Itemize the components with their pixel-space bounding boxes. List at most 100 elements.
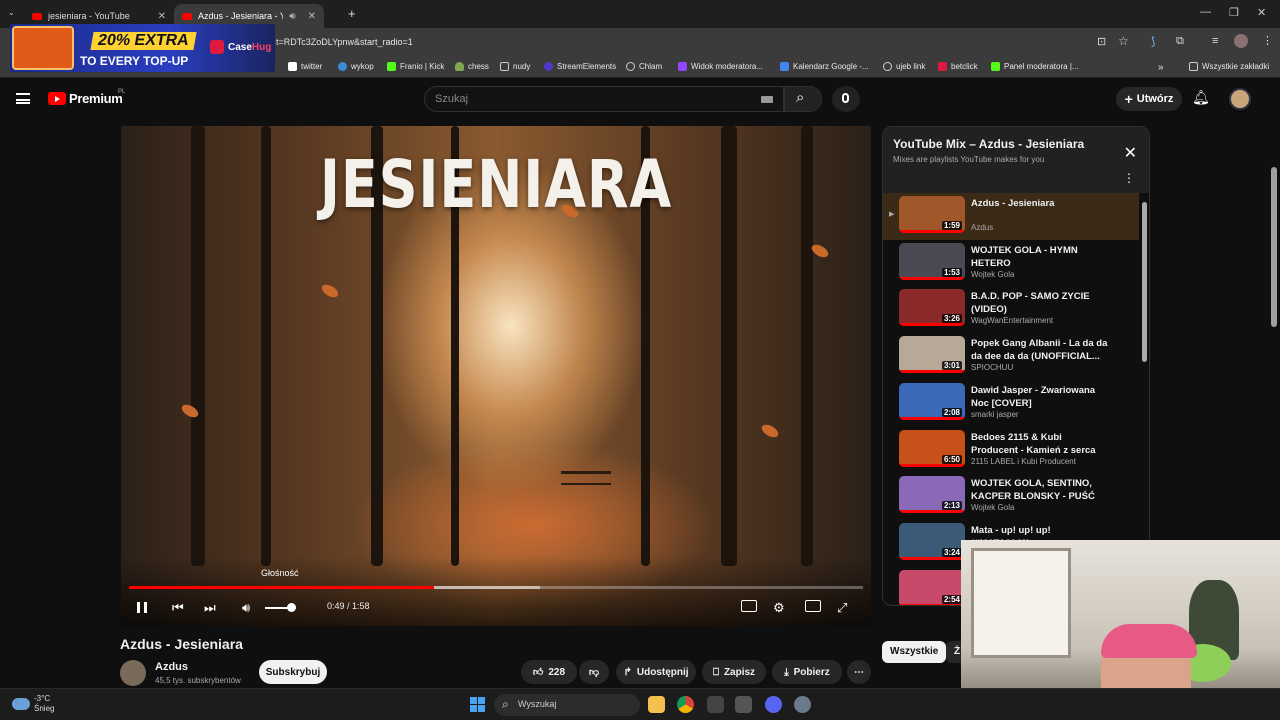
- hamburger-menu-icon[interactable]: [16, 93, 30, 104]
- room-window-shape: [971, 548, 1071, 658]
- taskbar-search-input[interactable]: Wyszukaj: [494, 694, 640, 716]
- chip-all[interactable]: Wszystkie: [882, 641, 947, 663]
- bookmark-label: betclick: [951, 62, 978, 71]
- extension-icon[interactable]: ⟆: [1151, 35, 1155, 48]
- all-bookmarks[interactable]: Wszystkie zakładki: [1189, 62, 1269, 71]
- search-input[interactable]: Szukaj: [424, 86, 784, 112]
- create-button[interactable]: + Utwórz: [1116, 87, 1182, 111]
- close-tab-icon[interactable]: ✕: [308, 11, 316, 22]
- playlist-item-channel: 2115 LABEL i Kubi Producent: [971, 456, 1076, 466]
- save-button[interactable]: ⎕ Zapisz: [702, 660, 766, 684]
- profile-icon[interactable]: [1234, 34, 1248, 48]
- youtube-premium-logo[interactable]: Premium PL: [48, 89, 125, 106]
- download-button[interactable]: ⤓ Pobierz: [772, 660, 842, 684]
- close-tab-icon[interactable]: ✕: [158, 11, 166, 22]
- playlist-item[interactable]: 3:26 B.A.D. POP - SAMO ZYCIE (VIDEO) WagWa…: [883, 286, 1139, 333]
- video-thumbnail: 1:53: [899, 242, 965, 280]
- watched-bar: [899, 276, 965, 280]
- bookmark-star-icon[interactable]: ☆: [1118, 34, 1129, 48]
- keyboard-icon[interactable]: [761, 96, 773, 103]
- progress-bar[interactable]: [129, 586, 863, 589]
- chrome-icon[interactable]: [677, 696, 694, 713]
- pause-icon[interactable]: [137, 602, 147, 613]
- bookmark-chess[interactable]: chess: [455, 62, 489, 71]
- video-thumbnail: 3:01: [899, 336, 965, 374]
- share-arrow-icon: ↱: [623, 666, 632, 678]
- bookmark-kalendarz-google[interactable]: Kalendarz Google -...: [780, 62, 869, 71]
- voice-search-button[interactable]: [832, 86, 860, 112]
- playlist-item[interactable]: 3:01 Popek Gang Albanii - La da da da dee…: [883, 333, 1139, 380]
- playlist-item[interactable]: ▶ 1:59 Azdus - Jesieniara Azdus: [883, 193, 1139, 240]
- channel-avatar[interactable]: [120, 660, 146, 686]
- playlist-item-title: Dawid Jasper - Zwariowana Noc [COVER]: [971, 384, 1096, 409]
- bookmark-streamelements[interactable]: StreamElements: [544, 62, 616, 71]
- browser-menu-icon[interactable]: ⋮: [1262, 34, 1273, 47]
- bookmark-twitter[interactable]: twitter: [288, 62, 322, 71]
- bookmark-wykop[interactable]: wykop: [338, 62, 374, 71]
- new-tab-icon[interactable]: +: [348, 6, 356, 21]
- windows-start-icon[interactable]: [470, 697, 485, 712]
- miniplayer-icon[interactable]: [805, 600, 821, 612]
- volume-icon[interactable]: 🔊︎: [242, 600, 250, 616]
- close-icon[interactable]: ✕: [1124, 143, 1137, 163]
- playlist-scrollbar[interactable]: [1142, 202, 1147, 362]
- bookmark-nudy[interactable]: nudy: [500, 62, 530, 71]
- reading-list-icon[interactable]: ≡: [1212, 35, 1218, 47]
- thumbs-up-icon: 👍︎: [532, 667, 544, 678]
- steam-settings-icon[interactable]: [794, 696, 811, 713]
- playlist-item[interactable]: 1:53 WOJTEK GOLA - HYMN HETERO Wojtek Gola: [883, 240, 1139, 287]
- all-bookmarks-label: Wszystkie zakładki: [1202, 62, 1270, 71]
- share-button[interactable]: ↱ Udostępnij: [616, 660, 696, 684]
- settings-gear-icon[interactable]: ⚙︎: [773, 600, 785, 616]
- more-vertical-icon[interactable]: ⋮: [1123, 171, 1135, 185]
- file-explorer-icon[interactable]: [648, 696, 665, 713]
- previous-icon[interactable]: ⏮︎: [172, 600, 184, 616]
- subtitles-icon[interactable]: [741, 600, 757, 612]
- notifications-bell-icon[interactable]: 🔔︎: [1192, 89, 1210, 106]
- fullscreen-icon[interactable]: ⤢: [837, 600, 847, 616]
- window-close-icon[interactable]: ✕: [1257, 6, 1266, 19]
- subscribe-button[interactable]: Subskrybuj: [259, 660, 327, 684]
- search-button[interactable]: ⌕: [784, 86, 822, 112]
- maximize-icon[interactable]: ❐: [1229, 6, 1239, 19]
- install-app-icon[interactable]: ⊡: [1097, 35, 1106, 48]
- dislike-button[interactable]: 👎︎: [579, 660, 609, 684]
- playlist-item[interactable]: 2:08 Dawid Jasper - Zwariowana Noc [COVER…: [883, 380, 1139, 427]
- next-icon[interactable]: ⏭︎: [204, 600, 216, 616]
- watched-bar: [899, 323, 965, 327]
- volume-slider-handle[interactable]: [286, 603, 296, 612]
- leaf-shape: [319, 282, 341, 300]
- url-text[interactable]: t=RDTc3ZoDLYpnw&start_radio=1: [276, 37, 413, 47]
- playlist-item[interactable]: 6:50 Bedoes 2115 & Kubi Producent - Kamie…: [883, 427, 1139, 474]
- playlist-item-channel: Wojtek Gola: [971, 269, 1015, 279]
- page-scrollbar[interactable]: [1271, 167, 1277, 327]
- temperature: -3°C: [34, 694, 51, 703]
- bookmark-franio-kick[interactable]: Franio | Kick: [387, 62, 444, 71]
- extensions-puzzle-icon[interactable]: ⧉: [1176, 35, 1184, 48]
- more-actions-button[interactable]: ⋯: [847, 660, 871, 684]
- channel-name[interactable]: Azdus: [155, 661, 188, 673]
- video-player[interactable]: JESIENIARA Głośność ⏮︎ ⏭︎ 🔊︎ 0:49 / 1:58…: [121, 126, 871, 626]
- snipping-tool-icon[interactable]: [735, 696, 752, 713]
- speaker-icon[interactable]: 🔊︎: [289, 11, 295, 22]
- weather-cloud-icon[interactable]: [12, 698, 30, 710]
- like-button[interactable]: 👍︎ 228: [521, 660, 577, 684]
- playlist-item[interactable]: 2:13 WOJTEK GOLA, SENTINO, KACPER BLONSKY…: [883, 473, 1139, 520]
- casehug-ad-banner[interactable]: 20% EXTRA TO EVERY TOP-UP CaseHug: [10, 24, 275, 72]
- account-avatar[interactable]: [1229, 88, 1251, 110]
- bookmark-chlam[interactable]: Chlam: [626, 62, 662, 71]
- create-label: Utwórz: [1136, 93, 1174, 105]
- plus-icon: +: [1124, 91, 1133, 107]
- bookmark-label: Chlam: [639, 62, 663, 71]
- bookmark-betclick[interactable]: betclick: [938, 62, 978, 71]
- download-icon: ⤓: [784, 666, 789, 678]
- tab-list-chevron-icon[interactable]: ⌄: [8, 8, 15, 17]
- app-pen-icon[interactable]: [707, 696, 724, 713]
- bookmarks-overflow-icon[interactable]: »: [1158, 62, 1164, 73]
- bookmark-widok-moderatora[interactable]: Widok moderatora...: [678, 62, 763, 71]
- weather-widget[interactable]: -3°C Śnieg: [34, 694, 54, 714]
- bookmark-ujeb-link[interactable]: ujeb link: [883, 62, 925, 71]
- minimize-icon[interactable]: —: [1200, 6, 1211, 18]
- discord-icon[interactable]: [765, 696, 782, 713]
- bookmark-panel-moderatora[interactable]: Panel moderatora |...: [991, 62, 1079, 71]
